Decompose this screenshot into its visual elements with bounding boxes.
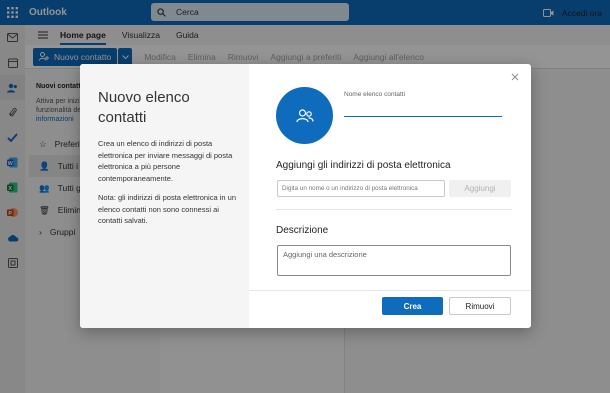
address-input[interactable] [277,180,445,197]
create-button[interactable]: Crea [382,297,443,315]
list-avatar [276,87,333,144]
dialog-note: Nota: gli indirizzi di posta elettronica… [98,193,236,225]
new-contact-list-dialog: Nuovo elenco contatti Crea un elenco di … [80,64,531,328]
footer-divider [249,290,531,291]
dialog-description: Crea un elenco di indirizzi di posta ele… [98,139,233,183]
list-name-label: Nome elenco contatti [344,91,406,98]
dialog-title: Nuovo elenco contatti [98,89,190,126]
section-divider [276,209,512,210]
description-title: Descrizione [276,225,329,236]
add-address-button[interactable]: Aggiungi [449,180,511,197]
dialog-info-panel: Nuovo elenco contatti Crea un elenco di … [80,64,249,328]
remove-list-button[interactable]: Rimuovi [449,297,511,315]
people-icon [295,108,314,122]
add-addresses-title: Aggiungi gli indirizzi di posta elettron… [276,160,451,171]
list-name-input[interactable] [344,101,502,117]
description-input[interactable] [277,245,511,276]
close-icon[interactable] [510,72,520,82]
